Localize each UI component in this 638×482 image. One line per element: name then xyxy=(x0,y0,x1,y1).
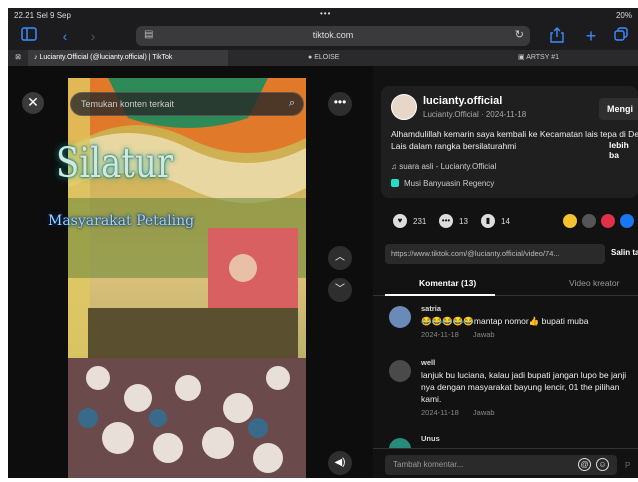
comment-input[interactable]: Tambah komentar... @ ☺ xyxy=(385,455,617,475)
tabs-overview-icon[interactable] xyxy=(612,27,630,45)
tab-eloise[interactable]: ● ELOISE xyxy=(308,50,428,66)
tab-tiktok[interactable]: ♪ Lucianty.Official (@lucianty.official)… xyxy=(28,50,228,66)
next-video-button[interactable]: ﹀ xyxy=(328,278,352,302)
close-tab-icon[interactable]: ⊠ xyxy=(8,50,28,66)
ellipsis-icon: ••• xyxy=(333,95,347,109)
post-caption: Alhamdulillah kemarin saya kembali ke Ke… xyxy=(391,129,638,151)
emoji-share-icon[interactable] xyxy=(563,214,577,228)
tab-creator-videos[interactable]: Video kreator xyxy=(569,278,619,288)
forward-icon[interactable]: › xyxy=(84,27,102,45)
comment-placeholder: Tambah komentar... xyxy=(393,460,464,469)
tab-label: Lucianty.Official (@lucianty.official) |… xyxy=(39,54,173,61)
post-card: lucianty.official Lucianty.Official · 20… xyxy=(381,86,638,198)
emoji-icon[interactable]: ☺ xyxy=(596,458,609,471)
comment-author[interactable]: satria xyxy=(421,304,441,313)
follow-button[interactable]: Mengi xyxy=(599,98,638,120)
comment-item: satria 😂😂😂😂😂mantap nomor👍 bupati muba 20… xyxy=(389,304,634,350)
tab-comments[interactable]: Komentar (13) xyxy=(419,278,476,288)
comment-icon[interactable]: ••• xyxy=(439,214,453,228)
comment-input-bar: Tambah komentar... @ ☺ P xyxy=(373,448,638,478)
details-panel: lucianty.official Lucianty.Official · 20… xyxy=(373,66,638,478)
tab-label: ELOISE xyxy=(314,54,340,61)
copy-link-button[interactable]: Salin tau xyxy=(611,248,638,257)
status-bar: 22.21 Sel 9 Sep ••• 20% xyxy=(8,8,638,22)
search-icon[interactable]: ⌕ xyxy=(289,97,295,110)
location-icon xyxy=(391,179,399,187)
artsy-favicon-icon: ▣ xyxy=(518,54,527,61)
comment-author[interactable]: Unus xyxy=(421,434,440,443)
status-time: 22.21 Sel 9 Sep xyxy=(14,11,71,20)
comment-date: 2024-11-18 xyxy=(421,330,459,339)
tab-label: ARTSY #1 xyxy=(526,54,560,61)
send-icon[interactable] xyxy=(601,214,615,228)
ipad-screen: 22.21 Sel 9 Sep ••• 20% ‹ › ▤ tiktok.com… xyxy=(8,8,638,478)
post-meta: Lucianty.Official · 2024-11-18 xyxy=(423,110,527,119)
previous-video-button[interactable]: ︿ xyxy=(328,246,352,270)
comment-text: 😂😂😂😂😂mantap nomor👍 bupati muba xyxy=(421,316,589,326)
close-icon: ✕ xyxy=(27,94,39,110)
bookmark-icon[interactable]: ▮ xyxy=(481,214,495,228)
speaker-icon: ◀) xyxy=(334,457,346,468)
comment-count: 13 xyxy=(459,217,468,226)
comment-item: well lanjuk bu luciana, kalau jadi bupat… xyxy=(389,358,634,428)
comment-meta: 2024-11-18 Jawab xyxy=(421,408,507,417)
music-note-icon: ♫ xyxy=(391,162,400,171)
post-username[interactable]: lucianty.official xyxy=(423,95,502,107)
save-count: 14 xyxy=(501,217,510,226)
comment-date: 2024-11-18 xyxy=(421,408,459,417)
comment-author[interactable]: well xyxy=(421,358,435,367)
more-caption-link[interactable]: lebih ba xyxy=(609,140,638,160)
avatar[interactable] xyxy=(391,94,417,120)
like-icon[interactable]: ♥ xyxy=(393,214,407,228)
embed-icon[interactable] xyxy=(582,214,596,228)
new-tab-icon[interactable]: + xyxy=(582,27,600,45)
avatar[interactable] xyxy=(389,360,411,382)
chevron-down-icon: ﹀ xyxy=(335,284,345,295)
active-tab-indicator xyxy=(385,294,495,296)
comment-tabs: Komentar (13) Video kreator xyxy=(373,272,638,296)
share-icon[interactable] xyxy=(548,27,566,45)
video-link-field[interactable]: https://www.tiktok.com/@lucianty.officia… xyxy=(385,244,605,264)
post-comment-button[interactable]: P xyxy=(625,461,630,470)
back-icon[interactable]: ‹ xyxy=(56,27,74,45)
engagement-bar: ♥ 231 ••• 13 ▮ 14 xyxy=(381,214,638,230)
video-overlay-title: Silatur xyxy=(56,140,174,188)
more-options-button[interactable]: ••• xyxy=(328,92,352,116)
related-search-input[interactable]: Temukan konten terkait ⌕ xyxy=(70,92,304,116)
url-text: tiktok.com xyxy=(312,30,354,40)
browser-toolbar: ‹ › ▤ tiktok.com ↻ + xyxy=(8,22,638,50)
avatar[interactable] xyxy=(389,306,411,328)
tab-artsy[interactable]: ▣ ARTSY #1 xyxy=(518,50,638,66)
chevron-up-icon: ︿ xyxy=(335,252,345,263)
video-player[interactable] xyxy=(68,78,306,478)
search-placeholder: Temukan konten terkait xyxy=(81,99,175,109)
address-bar[interactable]: ▤ tiktok.com ↻ xyxy=(136,26,530,46)
volume-button[interactable]: ◀) xyxy=(328,451,352,475)
battery-indicator: 20% xyxy=(615,11,632,20)
tab-bar: ⊠ ♪ Lucianty.Official (@lucianty.officia… xyxy=(8,50,638,66)
close-video-button[interactable]: ✕ xyxy=(22,92,44,114)
sidebar-icon[interactable] xyxy=(20,27,38,45)
comment-text: lanjuk bu luciana, kalau jadi bupati jan… xyxy=(421,370,627,404)
mention-icon[interactable]: @ xyxy=(578,458,591,471)
comment-meta: 2024-11-18 Jawab xyxy=(421,330,507,339)
multitask-dots[interactable]: ••• xyxy=(320,9,331,18)
like-count: 231 xyxy=(413,217,427,226)
reply-button[interactable]: Jawab xyxy=(473,408,495,417)
video-frame-image xyxy=(68,78,306,478)
reply-button[interactable]: Jawab xyxy=(473,330,495,339)
music-link[interactable]: ♫ suara asli - Lucianty.Official xyxy=(391,162,496,171)
video-panel: Silatur Masyarakat Petaling ✕ Temukan ko… xyxy=(8,66,373,478)
reload-icon[interactable]: ↻ xyxy=(515,28,524,41)
facebook-icon[interactable] xyxy=(620,214,634,228)
music-label: suara asli - Lucianty.Official xyxy=(399,162,497,171)
location-label: Musi Banyuasin Regency xyxy=(404,179,495,188)
video-overlay-subtitle: Masyarakat Petaling xyxy=(48,213,195,229)
location-tag[interactable]: Musi Banyuasin Regency xyxy=(391,179,494,188)
